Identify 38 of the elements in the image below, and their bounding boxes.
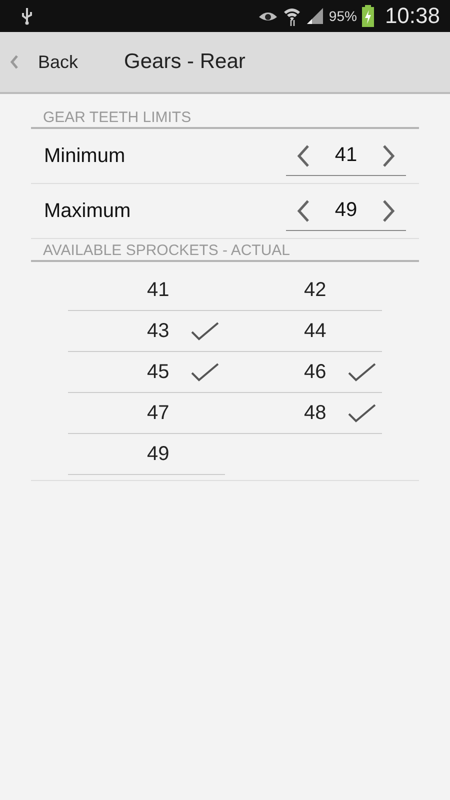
screen-title: Gears - Rear (124, 50, 246, 74)
section-header: GEAR TEETH LIMITS (31, 106, 419, 129)
chevron-left-icon (296, 144, 310, 168)
decrement-button[interactable] (296, 198, 310, 222)
number-stepper[interactable]: 49 (286, 191, 406, 231)
setting-label: Minimum (44, 144, 126, 168)
stepper-value: 49 (334, 199, 358, 222)
checkmark-icon (347, 403, 377, 423)
stepper-value: 41 (334, 144, 358, 167)
battery-icon (362, 5, 374, 27)
wifi-icon (282, 6, 301, 26)
chevron-right-icon (382, 144, 396, 168)
sprocket-option[interactable]: 41 (68, 270, 225, 311)
signal-icon (306, 7, 324, 25)
section-header: AVAILABLE SPROCKETS - ACTUAL (31, 239, 419, 262)
back-button[interactable]: Back (0, 32, 78, 92)
sprocket-option[interactable]: 42 (225, 270, 382, 311)
setting-label: Maximum (44, 200, 132, 222)
checkmark-icon (190, 321, 220, 341)
sprocket-option[interactable]: 47 (68, 393, 225, 434)
battery-level: 95% (328, 8, 357, 24)
number-stepper[interactable]: 41 (286, 136, 406, 176)
sprocket-option[interactable]: 43 (68, 311, 225, 352)
sprocket-option[interactable]: 44 (225, 311, 382, 352)
clock: 10:38 (384, 3, 440, 29)
chevron-right-icon (382, 198, 396, 222)
back-chevron-icon (10, 55, 18, 69)
usb-icon (20, 7, 34, 25)
checkmark-icon (190, 362, 220, 382)
sprocket-option[interactable]: 48 (225, 393, 382, 434)
sprocket-option[interactable]: 49 (68, 434, 225, 475)
checkmark-icon (347, 362, 377, 382)
increment-button[interactable] (382, 198, 396, 222)
increment-button[interactable] (382, 144, 396, 168)
sprocket-option[interactable]: 46 (225, 352, 382, 393)
decrement-button[interactable] (296, 144, 310, 168)
chevron-left-icon (296, 198, 310, 222)
sprocket-option[interactable]: 45 (68, 352, 225, 393)
